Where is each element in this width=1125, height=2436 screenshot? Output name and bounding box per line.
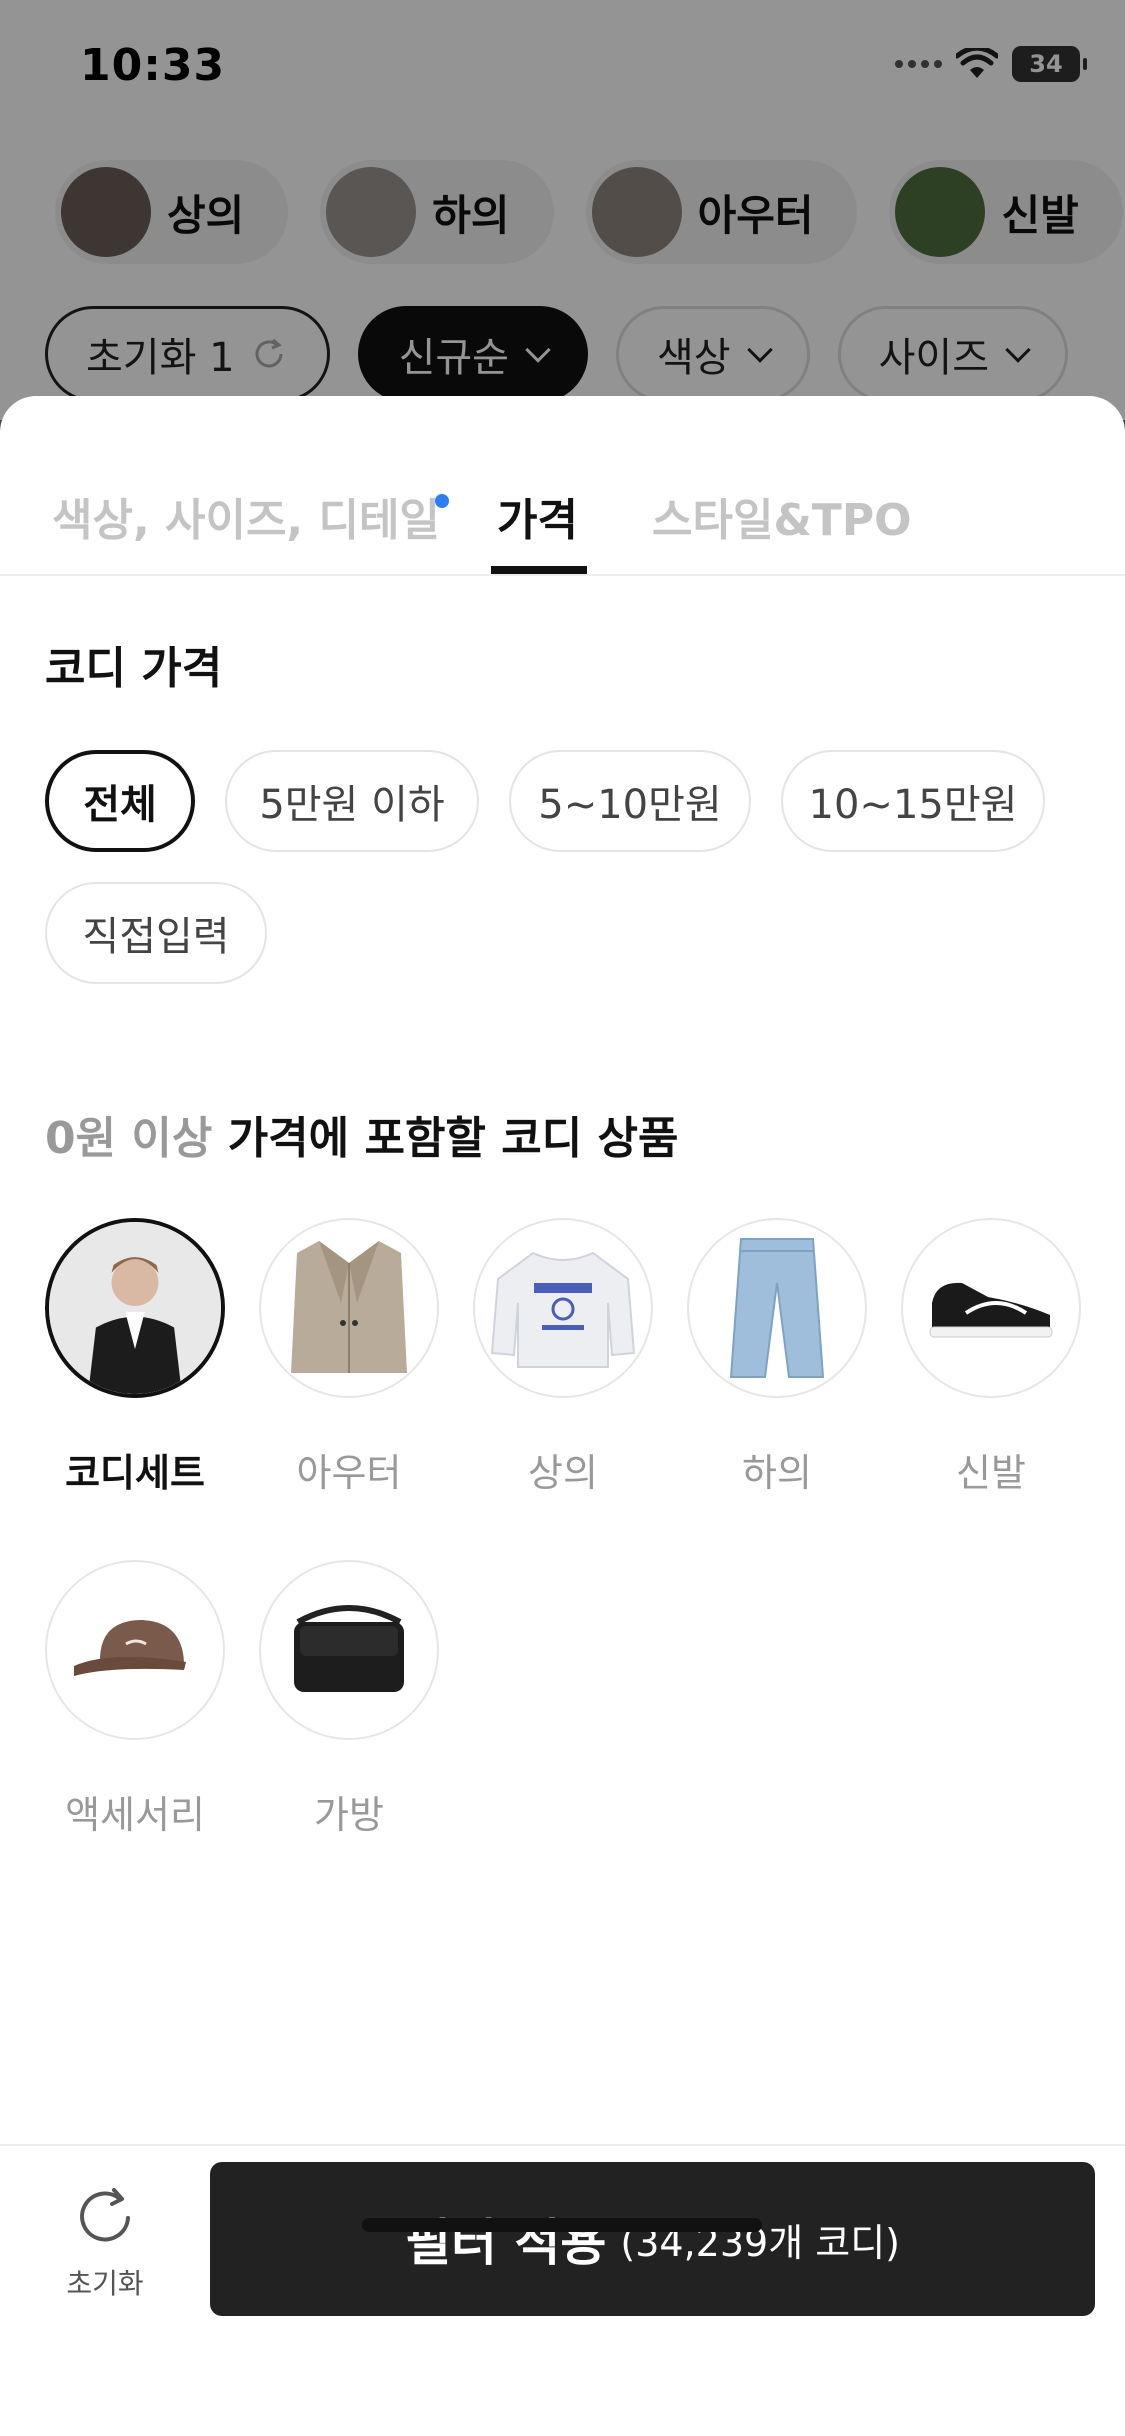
outer-thumbnail [259,1218,439,1398]
item-category-accessory[interactable]: 액세서리 [45,1560,225,1839]
cap-icon [74,1620,186,1676]
price-option-50k-100k[interactable]: 5~10만원 [509,750,751,852]
bottom-action-bar: 초기화 필터 적용 (34,239개 코디) [0,2144,1125,2436]
bottom-thumbnail [687,1218,867,1398]
include-items-title-text: 가격에 포함할 코디 상품 [227,1113,679,1164]
price-option-all[interactable]: 전체 [45,750,195,852]
active-tab-indicator [491,566,587,574]
price-option-100k-150k[interactable]: 10~15만원 [781,750,1045,852]
person-outfit-icon [49,1222,221,1394]
home-indicator [362,2218,762,2232]
top-thumbnail [473,1218,653,1398]
item-label: 가방 [314,1793,384,1837]
apply-filter-button[interactable]: 필터 적용 (34,239개 코디) [210,2162,1095,2316]
sweatshirt-icon [490,1251,636,1368]
item-label: 상의 [528,1451,598,1495]
item-label: 신발 [956,1451,1026,1495]
item-category-shoes[interactable]: 신발 [901,1218,1081,1497]
bag-thumbnail [259,1560,439,1740]
tab-color-size-detail[interactable]: 색상, 사이즈, 디테일 [52,484,440,548]
apply-filter-label: 필터 적용 [405,2214,607,2272]
price-section-title: 코디 가격 [45,643,223,694]
filter-bottom-sheet: 색상, 사이즈, 디테일 가격 스타일&TPO 코디 가격 전체 5만원 이하 … [0,396,1125,2436]
outfit-set-thumbnail [45,1218,225,1398]
shoes-thumbnail [901,1218,1081,1398]
tab-price[interactable]: 가격 [497,484,578,548]
tab-style-tpo[interactable]: 스타일&TPO [652,484,911,548]
bag-icon [294,1605,404,1692]
item-label: 하의 [742,1451,812,1495]
item-label: 코디세트 [65,1451,205,1495]
jeans-icon [729,1238,825,1378]
reset-button[interactable]: 초기화 [40,2182,170,2302]
item-category-outer[interactable]: 아우터 [259,1218,439,1497]
refresh-icon [80,2188,130,2242]
item-category-bag[interactable]: 가방 [259,1560,439,1839]
item-category-top[interactable]: 상의 [473,1218,653,1497]
blazer-icon [291,1241,407,1373]
item-category-bottom[interactable]: 하의 [687,1218,867,1497]
sneaker-icon [929,1282,1053,1338]
new-indicator-dot [435,494,449,508]
tab-bar: 색상, 사이즈, 디테일 가격 스타일&TPO [0,396,1125,576]
include-items-title-range: 0원 이상 [45,1113,213,1164]
price-option-under-50k[interactable]: 5만원 이하 [225,750,479,852]
accessory-thumbnail [45,1560,225,1740]
include-items-title: 0원 이상 가격에 포함할 코디 상품 [45,1102,678,1166]
item-label: 아우터 [296,1451,402,1495]
price-option-custom[interactable]: 직접입력 [45,882,267,984]
reset-label: 초기화 [66,2267,144,2300]
item-category-outfit-set[interactable]: 코디세트 [45,1218,225,1497]
item-label: 액세서리 [65,1793,205,1837]
